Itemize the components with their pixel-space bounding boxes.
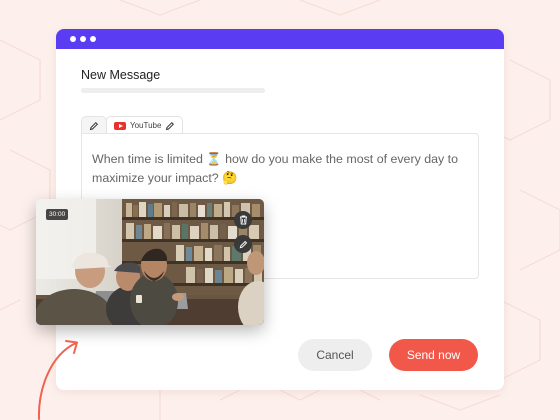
tab-youtube-label: YouTube: [130, 121, 162, 130]
cancel-button[interactable]: Cancel: [298, 339, 372, 371]
tab-text[interactable]: [81, 116, 107, 134]
window-dot-icon[interactable]: [90, 36, 96, 42]
pencil-icon: [166, 121, 175, 130]
video-thumbnail-card[interactable]: 30:00: [36, 199, 264, 325]
window-titlebar: [56, 29, 504, 49]
window-dot-icon[interactable]: [80, 36, 86, 42]
youtube-icon: [114, 121, 126, 130]
send-now-button[interactable]: Send now: [389, 339, 478, 371]
title-underline: [81, 88, 265, 93]
video-thumbnail-image: [36, 199, 264, 325]
video-duration-badge: 30:00: [46, 209, 69, 220]
editor-tabs: YouTube: [81, 116, 184, 134]
pencil-icon: [239, 240, 247, 248]
delete-video-button[interactable]: [234, 211, 252, 229]
message-text[interactable]: When time is limited ⏳ how do you make t…: [92, 150, 467, 188]
trash-icon: [239, 215, 247, 225]
pencil-icon: [89, 121, 99, 130]
edit-video-button[interactable]: [234, 235, 252, 253]
tab-youtube[interactable]: YouTube: [106, 116, 184, 134]
window-dot-icon[interactable]: [70, 36, 76, 42]
decorative-arrow-icon: [37, 340, 78, 420]
window-title: New Message: [81, 68, 161, 82]
